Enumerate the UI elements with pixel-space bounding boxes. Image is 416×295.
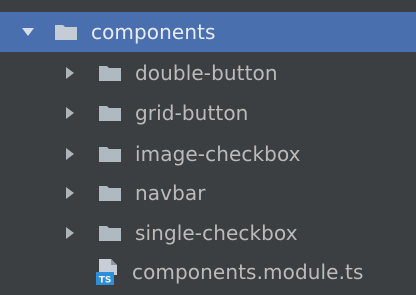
folder-icon bbox=[98, 145, 122, 163]
chevron-right-icon[interactable] bbox=[64, 186, 76, 200]
folder-icon bbox=[54, 23, 78, 41]
folder-icon bbox=[98, 184, 122, 202]
typescript-file-icon: TS bbox=[96, 259, 117, 286]
project-tree: components double-button grid-button ima… bbox=[0, 0, 416, 295]
folder-icon bbox=[98, 224, 122, 242]
tree-row-label: grid-button bbox=[135, 101, 249, 125]
chevron-right-icon[interactable] bbox=[64, 226, 76, 240]
chevron-down-icon[interactable] bbox=[22, 25, 34, 39]
tree-row-label: components.module.ts bbox=[132, 260, 364, 284]
tree-row-image-checkbox[interactable]: image-checkbox bbox=[0, 134, 416, 174]
tree-row-navbar[interactable]: navbar bbox=[0, 173, 416, 213]
ts-badge-text: TS bbox=[99, 276, 112, 286]
tree-row-label: navbar bbox=[135, 181, 206, 205]
tree-row-label: components bbox=[91, 20, 216, 44]
folder-icon bbox=[98, 104, 122, 122]
tree-row-components-module-ts[interactable]: TS components.module.ts bbox=[0, 252, 416, 292]
tree-row-label: image-checkbox bbox=[135, 142, 301, 166]
chevron-right-icon[interactable] bbox=[64, 66, 76, 80]
tree-row-double-button[interactable]: double-button bbox=[0, 53, 416, 93]
folder-icon bbox=[98, 64, 122, 82]
chevron-right-icon[interactable] bbox=[64, 147, 76, 161]
tree-row-label: single-checkbox bbox=[135, 221, 298, 245]
tree-row-label: double-button bbox=[135, 61, 278, 85]
tree-row-components[interactable]: components bbox=[0, 12, 416, 52]
chevron-right-icon[interactable] bbox=[64, 106, 76, 120]
tree-row-grid-button[interactable]: grid-button bbox=[0, 93, 416, 133]
tree-row-single-checkbox[interactable]: single-checkbox bbox=[0, 213, 416, 253]
